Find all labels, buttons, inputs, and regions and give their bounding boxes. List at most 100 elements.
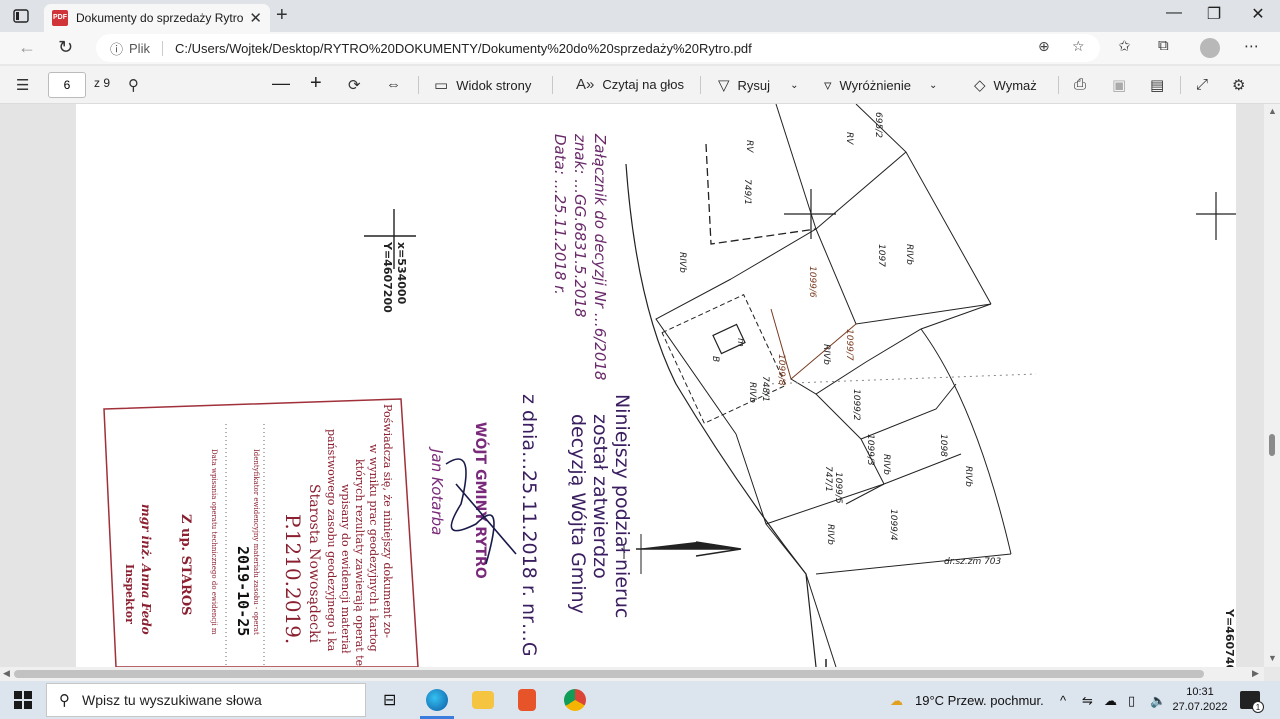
parcel-label: 749/1 — [742, 179, 752, 205]
chevron-down-icon[interactable]: ⌄ — [790, 80, 798, 91]
favorites-icon[interactable]: ✩ — [1118, 37, 1131, 55]
add-favorite-icon[interactable]: ☆ — [1072, 38, 1085, 55]
onedrive-cloud-icon[interactable]: ☁ — [1104, 693, 1117, 709]
scroll-up-icon[interactable]: ▲ — [1268, 106, 1277, 116]
taskbar-search[interactable]: ⚲ Wpisz tu wyszukiwane słowa — [46, 683, 366, 717]
task-view-icon[interactable]: ⊟ — [383, 690, 396, 710]
save-icon[interactable]: ▣ — [1112, 76, 1134, 94]
profile-avatar[interactable] — [1200, 38, 1220, 58]
stamp-line-1: Poświadcza się, że niniejszy dokument zo… — [381, 404, 394, 638]
search-icon: ⚲ — [59, 692, 70, 709]
coordinate-y: Y=4607200 — [381, 241, 394, 313]
road-label: dr.sz.zm 703 — [944, 557, 1002, 567]
highlight-button[interactable]: ▿ Wyróżnienie ⌄ — [824, 76, 937, 94]
scroll-right-icon[interactable]: ▶ — [1252, 668, 1259, 679]
parcel-label: 1099/3 — [865, 434, 875, 466]
browser-tab-active[interactable]: PDF Dokumenty do sprzedaży Rytro.pdf ✕ — [44, 4, 270, 32]
address-field[interactable]: ⓘ Plik C:/Users/Wojtek/Desktop/RYTRO%20D… — [96, 34, 1100, 62]
draw-button[interactable]: ▽ Rysuj ⌄ — [718, 76, 798, 94]
search-placeholder: Wpisz tu wyszukiwane słowa — [82, 692, 262, 708]
zoom-in-icon[interactable]: + — [310, 72, 322, 95]
pdf-page: Załącznik do decyzji Nr …6/2018 znak: …G… — [76, 104, 1236, 667]
approval-line-2: został zatwierdzo — [589, 414, 611, 579]
stamp-line-4: wpisany do ewidencji materiał — [339, 484, 352, 654]
stamp-zup: Z up. STAROS — [178, 514, 193, 616]
new-tab-button[interactable]: + — [276, 4, 288, 27]
page-view-icon: ▭ — [434, 77, 449, 94]
parcel-label: RIVb — [677, 252, 687, 273]
parcel-label: 1099/6 — [807, 266, 817, 298]
erase-button[interactable]: ◇ Wymaż — [974, 76, 1037, 94]
search-icon[interactable]: ⚲ — [128, 76, 147, 94]
scroll-down-icon[interactable]: ▼ — [1268, 653, 1277, 663]
parcel-label: 1098 — [938, 434, 948, 457]
highlight-label: Wyróżnienie — [839, 77, 911, 93]
horizontal-scroll-thumb[interactable] — [14, 670, 1204, 678]
draw-label: Rysuj — [737, 77, 771, 93]
stamp-line-3: których rezultaty zawierają operat te — [353, 459, 366, 666]
system-clock[interactable]: 10:31 27.07.2022 — [1170, 685, 1230, 715]
file-explorer-icon[interactable] — [472, 691, 494, 709]
notification-center-icon[interactable]: 1 — [1240, 691, 1264, 713]
workspaces-icon[interactable] — [12, 7, 30, 25]
pen-icon: ▽ — [718, 77, 730, 94]
page-number-input[interactable] — [48, 72, 86, 98]
network-icon[interactable]: ⇋ — [1082, 693, 1093, 709]
chevron-down-icon[interactable]: ⌄ — [929, 80, 937, 91]
parcel-label: RIVb — [963, 466, 973, 487]
clock-date: 27.07.2022 — [1172, 701, 1228, 713]
battery-icon[interactable]: ▯ — [1128, 693, 1135, 709]
stamp-line-5: państwowego zasobu geodezyjnego i ka — [325, 429, 338, 652]
refresh-icon[interactable]: ↻ — [58, 37, 73, 58]
edge-browser-icon[interactable] — [426, 689, 448, 711]
url-text[interactable]: C:/Users/Wojtek/Desktop/RYTRO%20DOKUMENT… — [175, 41, 752, 56]
close-window-button[interactable]: ✕ — [1238, 4, 1278, 24]
scroll-left-icon[interactable]: ◀ — [3, 668, 10, 679]
site-label: Plik — [129, 40, 163, 56]
parcel-label: 1097 — [876, 244, 886, 267]
back-icon[interactable]: ← — [18, 37, 36, 58]
tab-strip: PDF Dokumenty do sprzedaży Rytro.pdf ✕ +… — [0, 0, 1280, 32]
rotate-icon[interactable]: ⟳ — [348, 76, 369, 94]
mayor-name: Jan Kotarba — [428, 446, 446, 535]
parcel-label: RIVb — [881, 454, 891, 475]
volume-icon[interactable]: 🔈 — [1150, 693, 1166, 709]
settings-gear-icon[interactable]: ⚙ — [1232, 76, 1253, 94]
read-aloud-button[interactable]: A» Czytaj na głos — [576, 76, 684, 93]
parcel-label: 748/1 — [760, 376, 770, 402]
office-icon[interactable] — [518, 689, 536, 711]
contents-icon[interactable]: ☰ — [16, 76, 37, 94]
vertical-scroll-thumb[interactable] — [1269, 434, 1275, 456]
zoom-out-icon[interactable]: — — [272, 73, 290, 94]
close-tab-icon[interactable]: ✕ — [249, 9, 262, 27]
save-as-icon[interactable]: ▤ — [1150, 76, 1172, 94]
horizontal-scrollbar[interactable]: ◀ ▶ — [0, 667, 1264, 681]
windows-start-icon[interactable] — [14, 691, 32, 709]
toolbar-divider — [700, 76, 701, 94]
highlighter-icon: ▿ — [824, 77, 832, 94]
chrome-icon[interactable] — [564, 689, 586, 711]
parcel-label: 747/1 — [823, 466, 833, 492]
print-icon[interactable]: ⎙ — [1074, 76, 1094, 93]
parcel-label: B — [710, 356, 720, 362]
more-menu-icon[interactable]: ⋯ — [1244, 37, 1259, 55]
collections-icon[interactable]: ⧉ — [1158, 37, 1169, 54]
page-view-button[interactable]: ▭ Widok strony — [434, 76, 531, 94]
parcel-label: m — [735, 338, 745, 347]
weather-text[interactable]: 19°C Przew. pochmur. — [915, 693, 1044, 708]
minimize-button[interactable]: — — [1154, 4, 1194, 22]
zoom-icon[interactable]: ⊕ — [1038, 38, 1050, 55]
approval-line-3: decyzją Wójta Gminy — [567, 414, 589, 614]
stamp-date: 2019-10-25 — [234, 546, 252, 636]
fit-width-icon[interactable]: ⇔ — [386, 76, 409, 93]
info-icon[interactable]: ⓘ — [110, 39, 123, 58]
fullscreen-icon[interactable]: ⤢ — [1196, 76, 1216, 93]
stamp-role: Inspektor — [123, 564, 136, 624]
weather-icon: ☁ — [890, 693, 903, 708]
pdf-viewport[interactable]: Załącznik do decyzji Nr …6/2018 znak: …G… — [0, 104, 1280, 667]
restore-button[interactable]: ❐ — [1194, 4, 1234, 24]
erase-label: Wymaż — [993, 77, 1037, 93]
chevron-up-icon[interactable]: ^ — [1060, 693, 1066, 708]
eraser-icon: ◇ — [974, 77, 986, 94]
vertical-scrollbar[interactable]: ▲ ▼ — [1264, 104, 1280, 667]
